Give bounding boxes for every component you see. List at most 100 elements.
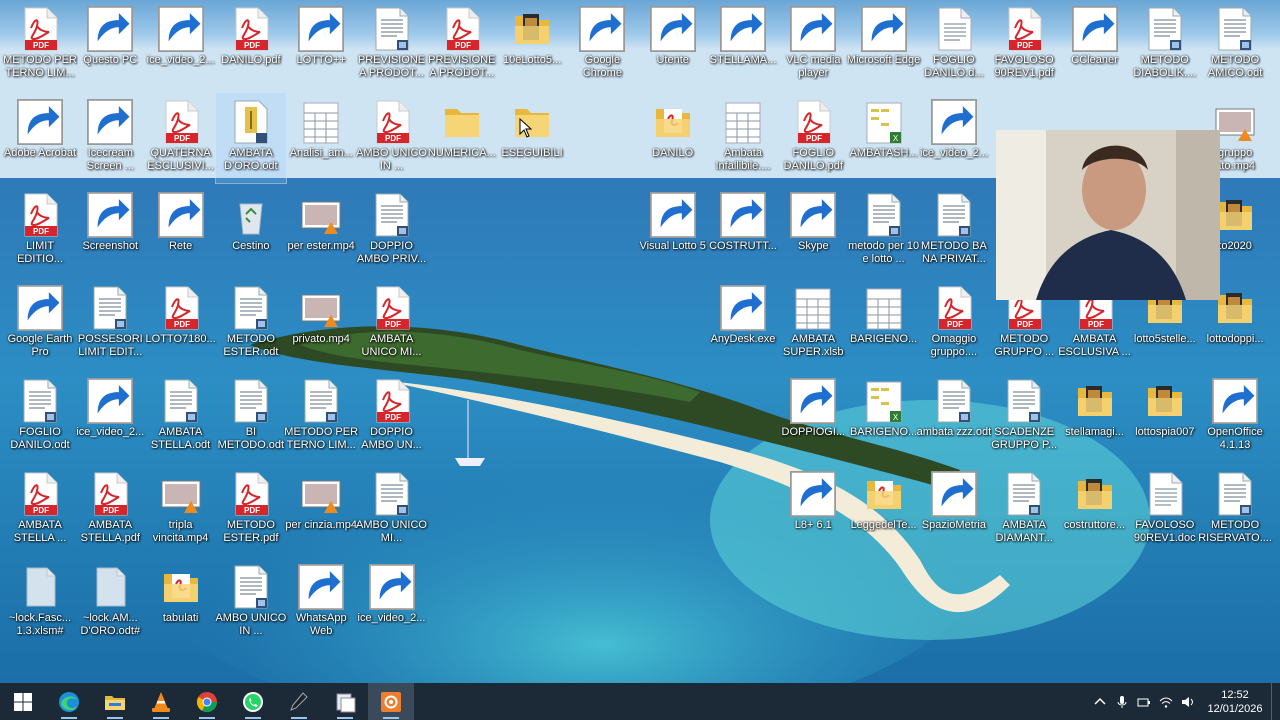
speaker-icon[interactable]	[1177, 683, 1199, 720]
desktop-icon[interactable]: VLC media player	[778, 0, 848, 90]
desktop-icon[interactable]: FAVOLOSO 90REV1.doc	[1130, 465, 1200, 555]
desktop-icon[interactable]: Analisi_am...	[286, 93, 356, 183]
desktop-icon[interactable]: privato.mp4	[286, 279, 356, 369]
desktop-icon[interactable]: Lotto++ LOTTO++	[286, 0, 356, 90]
chevron-up-icon[interactable]	[1089, 683, 1111, 720]
desktop-icon[interactable]: FOGLIO DANILO.d...	[919, 0, 989, 90]
desktop-icon[interactable]: METODO BA NA PRIVAT...	[919, 186, 989, 276]
desktop-icon[interactable]: X AMBATASH...	[849, 93, 919, 183]
desktop-icon[interactable]: ~lock.Fasc... 1.3.xlsm#	[5, 558, 75, 648]
desktop-icon[interactable]: METODO DIABOLIK....	[1130, 0, 1200, 90]
desktop-icon[interactable]: PDF LIMIT EDITIO...	[5, 186, 75, 276]
desktop-icon[interactable]: Icecream Screen ...	[75, 93, 145, 183]
scanner-taskbar[interactable]	[322, 683, 368, 720]
desktop-icon[interactable]: Utente	[638, 0, 708, 90]
desktop-icon[interactable]: POSSESORI LIMIT EDIT...	[75, 279, 145, 369]
start-button[interactable]	[0, 683, 46, 720]
desktop-icon[interactable]: AMBO UNICO MI...	[356, 465, 427, 555]
pen-taskbar[interactable]	[276, 683, 322, 720]
desktop-icon[interactable]: 10eLotto5...	[497, 0, 567, 90]
desktop-icon[interactable]: ice_video_2...	[357, 558, 427, 648]
desktop-icon[interactable]: Cestino	[216, 186, 286, 276]
desktop-icon[interactable]: PDF AMBATA STELLA.pdf	[75, 465, 145, 555]
show-desktop-button[interactable]	[1271, 683, 1280, 720]
desktop-icon[interactable]: WhatsApp Web	[286, 558, 356, 648]
clock[interactable]: 12:52 12/01/2026	[1203, 688, 1267, 716]
desktop-icon[interactable]: AMBATA D'ORO.odt	[214, 92, 287, 184]
desktop-icon[interactable]: metodo per 10 e lotto ...	[848, 186, 919, 276]
desktop-icon[interactable]: PDF QUATERNA ESCLUSIVI...	[146, 93, 216, 183]
desktop-icon[interactable]: X BARIGENO...	[849, 372, 919, 462]
desktop-icon[interactable]: AMBATA STELLA.odt	[146, 372, 216, 462]
desktop-icon[interactable]: NUMERICA...	[427, 93, 497, 183]
desktop-icon[interactable]: COSTRUTT...	[708, 186, 778, 276]
desktop-icon[interactable]: stellamagi...	[1060, 372, 1130, 462]
explorer-taskbar[interactable]	[92, 683, 138, 720]
desktop-icon[interactable]: Questo PC	[75, 0, 145, 90]
desktop-icon[interactable]: PDF METODO PER TERNO LIM...	[3, 0, 77, 90]
desktop-icon[interactable]: PDF PREVISIONE A PRODOT...	[427, 0, 497, 90]
desktop-icon[interactable]: PREVISIONE A PRODOT...	[357, 0, 427, 90]
desktop-icon[interactable]: ambata zzz.odt	[917, 372, 991, 462]
desktop-icon[interactable]: Screenshot	[75, 186, 145, 276]
desktop-icon[interactable]: AMBATA DIAMANT...	[989, 465, 1059, 555]
desktop-icon[interactable]: SCADENZE GRUPPO P...	[989, 372, 1059, 462]
desktop-icon[interactable]: tabulati	[146, 558, 216, 648]
desktop-icon[interactable]: BI METODO.odt	[216, 372, 286, 462]
desktop-icon[interactable]: Ambata Infallibile....	[708, 93, 778, 183]
whatsapp-taskbar[interactable]	[230, 683, 276, 720]
desktop-icon[interactable]: costruttore...	[1060, 465, 1130, 555]
desktop-icon[interactable]: SpazioMetria	[919, 465, 989, 555]
desktop-icon[interactable]: METODO ESTER.odt	[216, 279, 286, 369]
desktop-icon[interactable]: PDF Omaggio gruppo....	[919, 279, 989, 369]
desktop-icon[interactable]: PDF METODO ESTER.pdf	[216, 465, 286, 555]
desktop-icon[interactable]: STELLAMA...	[708, 0, 778, 90]
desktop-icon[interactable]: PDF FOGLIO DANILO.pdf	[778, 93, 848, 183]
desktop-icon[interactable]: ProGoogle Earth Pro	[5, 279, 75, 369]
desktop-icon[interactable]: Google Chrome	[567, 0, 637, 90]
icecream-taskbar[interactable]	[368, 683, 414, 720]
desktop-icon[interactable]: AMBO UNICO IN ...	[215, 558, 286, 648]
desktop-icon[interactable]: ice_video_2...	[919, 93, 989, 183]
desktop-icon[interactable]: tripla vincita.mp4	[146, 465, 216, 555]
wifi-icon[interactable]	[1155, 683, 1177, 720]
battery-plug-icon[interactable]	[1133, 683, 1155, 720]
desktop-icon[interactable]: ice_video_2...	[75, 372, 145, 462]
desktop-icon[interactable]: L8+ 6.1	[778, 465, 848, 555]
edge-taskbar[interactable]	[46, 683, 92, 720]
desktop-icon[interactable]: DANILO	[638, 93, 708, 183]
desktop-icon[interactable]: Visual Lotto 5	[638, 186, 708, 276]
desktop-icon[interactable]: lottospia007	[1130, 372, 1200, 462]
desktop-icon[interactable]: OpenOffice 4.1.13	[1200, 372, 1270, 462]
desktop-icon[interactable]: per cinzia.mp4	[285, 465, 357, 555]
microphone-icon[interactable]	[1111, 683, 1133, 720]
desktop-icon[interactable]: S Skype	[778, 186, 848, 276]
desktop-icon[interactable]: per ester.mp4	[286, 186, 356, 276]
desktop[interactable]: PDF METODO PER TERNO LIM... Questo PC ice_v…	[0, 0, 1280, 683]
desktop-icon[interactable]: AnyDesk.exe	[708, 279, 778, 369]
chrome-taskbar[interactable]	[184, 683, 230, 720]
desktop-icon[interactable]: PDF AMBATA STELLA ...	[5, 465, 75, 555]
desktop-icon[interactable]: PDF FAVOLOSO 90REV1.pdf	[989, 0, 1059, 90]
desktop-icon[interactable]: FOGLIO DANILO.odt	[5, 372, 75, 462]
desktop-icon[interactable]: ESEGUIBILI	[497, 93, 567, 183]
vlc-taskbar[interactable]	[138, 683, 184, 720]
desktop-icon[interactable]: PDF AMBO UNICO IN ...	[356, 93, 427, 183]
desktop-icon[interactable]: PDF DANILO.pdf	[216, 0, 286, 90]
desktop-icon[interactable]: BARIGENO...	[849, 279, 919, 369]
desktop-icon[interactable]: ice_video_2...	[146, 0, 216, 90]
desktop-icon[interactable]: CCleaner	[1060, 0, 1130, 90]
desktop-icon[interactable]: Microsoft Edge	[847, 0, 920, 90]
desktop-icon[interactable]: DOPPIOGI...	[778, 372, 848, 462]
desktop-icon[interactable]: PDF LOTTO7180...	[146, 279, 216, 369]
desktop-icon[interactable]: ~lock.AM... D'ORO.odt#	[75, 558, 145, 648]
desktop-icon[interactable]: METODO PER TERNO LIM...	[284, 372, 358, 462]
desktop-icon[interactable]: METODO AMICO.odt	[1200, 0, 1270, 90]
desktop-icon[interactable]: AMBATA SUPER.xlsb	[778, 279, 848, 369]
desktop-icon[interactable]: Rete	[146, 186, 216, 276]
desktop-icon[interactable]: DOPPIO AMBO PRIV...	[357, 186, 427, 276]
desktop-icon[interactable]: PDF DOPPIO AMBO UN...	[357, 372, 427, 462]
desktop-icon[interactable]: LeggedelTe...	[849, 465, 919, 555]
desktop-icon[interactable]: Adobe Acrobat	[4, 93, 76, 183]
desktop-icon[interactable]: PDF AMBATA UNICO MI...	[357, 279, 427, 369]
